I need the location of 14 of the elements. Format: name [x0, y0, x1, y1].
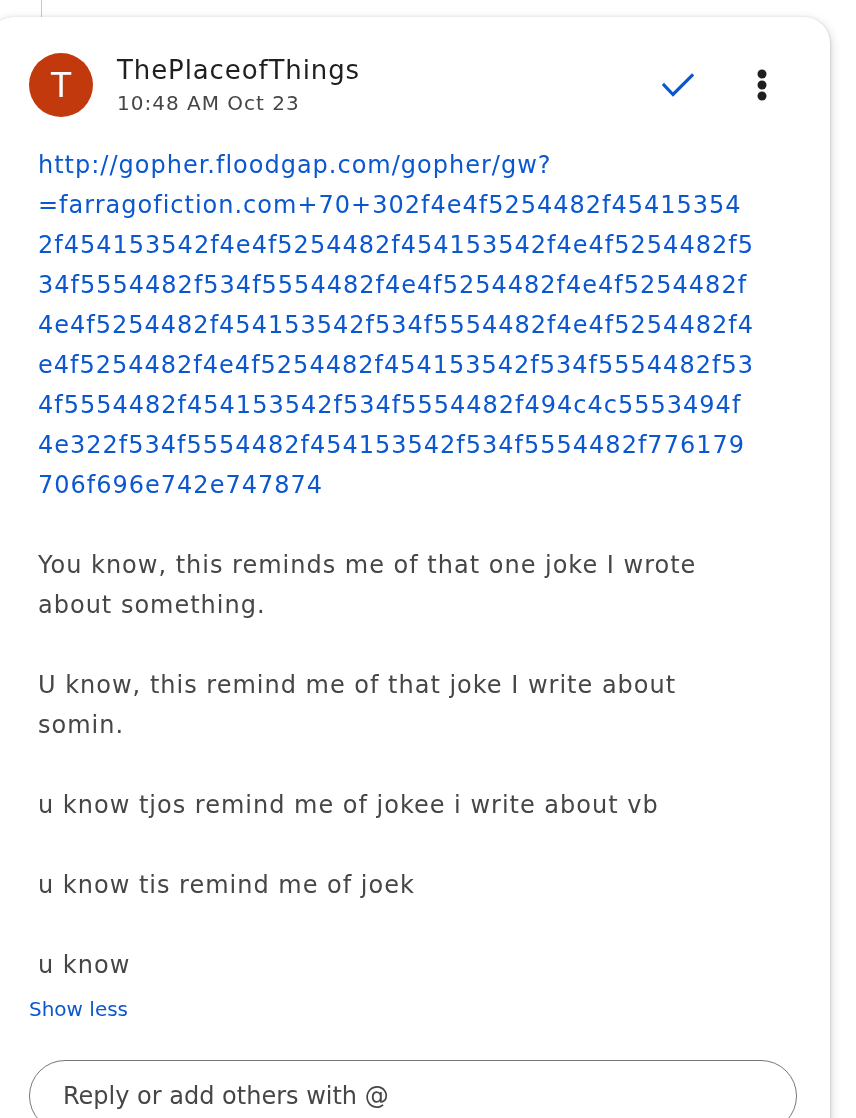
comment-paragraph: u know tjos remind me of jokee i write about vb	[38, 790, 660, 821]
reply-field[interactable]: Reply or add others with @	[29, 1060, 797, 1118]
thread-line	[41, 0, 42, 17]
comment-paragraph: U know, this remind me of that joke I write about somin.	[38, 670, 678, 741]
comment-paragraph: You know, this reminds me of that one joke I wrote about something.	[38, 550, 698, 621]
author-name: ThePlaceofThings	[117, 54, 362, 86]
comment-paragraph: u know	[38, 950, 132, 981]
comment-time: 10:48 AM Oct 23	[117, 90, 301, 116]
avatar: T	[29, 53, 93, 117]
comment-link[interactable]: http://gopher.floodgap.com/gopher/gw?=farragofiction.com+70+302f4e4f5254482f454153542f454153542f4e4f5254482f454153542f4e4f5254482f534f5554482f534f5554482f4e4f5254482f4e4f5254482f4e4f5254482f454153542f534f5554482f4e4f5254482f4e4f5254482f4e4f5254482f454153542f534f5554482f534f5554482f454153542f534f5554482f494c4c5553494f4e322f534f5554482f454153542f534f5554482f776179706f696e742e747874	[38, 145, 756, 505]
comment-paragraph: u know tis remind me of joek	[38, 870, 416, 901]
show-less-link[interactable]: Show less	[29, 997, 129, 1021]
check-icon[interactable]	[662, 73, 694, 97]
three-dots-icon[interactable]	[757, 69, 767, 101]
